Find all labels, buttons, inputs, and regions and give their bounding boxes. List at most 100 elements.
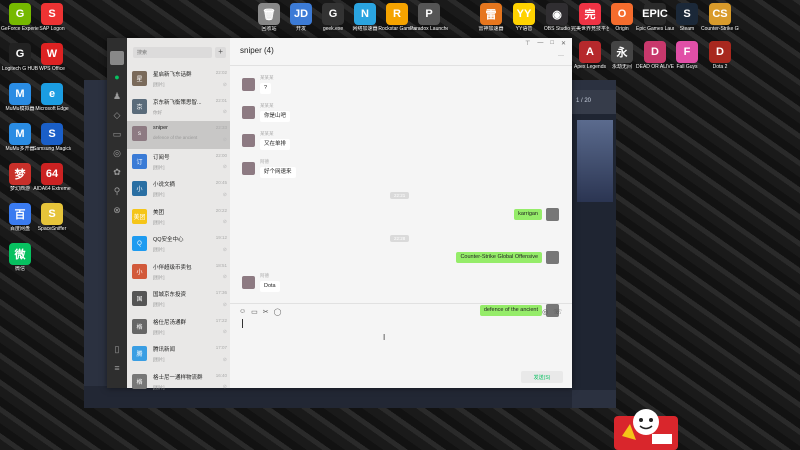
- chat-avatar: 订: [132, 153, 147, 169]
- desktop-icon-left-7-icon: S: [41, 123, 63, 145]
- chat-list-item[interactable]: Q QQ安全中心 19:12 [图片] ⊘: [127, 231, 230, 259]
- minimize-button[interactable]: —: [537, 40, 543, 47]
- mute-icon: ⊘: [222, 356, 227, 363]
- desktop-icon-right-6-icon: S: [676, 3, 698, 25]
- sender-avatar[interactable]: [242, 78, 255, 91]
- desktop-icon-right-0-icon: 雷: [480, 3, 502, 25]
- channels-icon[interactable]: ✿: [112, 167, 122, 177]
- pin-button[interactable]: ⊤: [525, 40, 530, 47]
- mute-icon: ⊘: [222, 329, 227, 335]
- chat-list: + 星星启新飞东话群 22:02 [图片] ⊘ 京京东新飞衡策思智... 22:01 你好 ⊘…: [127, 38, 230, 390]
- chat-list-item[interactable]: 腾腾讯新闻 17:07 [图片] ⊘: [127, 341, 230, 369]
- message-bubble[interactable]: karrigan: [514, 209, 542, 220]
- desktop-icon-left-5[interactable]: e Microsoft Edge: [33, 83, 71, 112]
- message-input[interactable]: [240, 319, 562, 364]
- desktop-icon-right2-4[interactable]: D Dota 2: [701, 41, 739, 70]
- chat-list-item[interactable]: 格格士尼一通样物流群... 16:40 [图片] ⊘: [127, 369, 230, 397]
- desktop-icon-label: Microsoft Edge: [35, 106, 69, 112]
- message-bubble[interactable]: defence of the ancient: [479, 305, 542, 316]
- desktop-icon-right-3-icon: 完: [579, 3, 601, 25]
- message-bubble[interactable]: 好个网速来: [260, 167, 296, 178]
- maximize-button[interactable]: □: [550, 40, 554, 47]
- desktop-icon-left-9[interactable]: 64 AIDA64 Extreme: [33, 163, 71, 192]
- voice-call-icon[interactable]: ◎: [542, 308, 548, 316]
- desktop-icon-left-11[interactable]: S SpaceSniffer: [33, 203, 71, 232]
- chat-items: 星星启新飞东话群 22:02 [图片] ⊘ 京京东新飞衡策思智... 22:01 你好 ⊘ s s…: [127, 66, 230, 396]
- input-toolbar-right: ◎ ☏: [542, 308, 562, 316]
- desktop-icon-label: 微信: [14, 266, 25, 272]
- desktop-icon-left-10-icon: 百: [9, 203, 31, 225]
- search-icon[interactable]: ⚲: [112, 186, 122, 196]
- chat-name: 格仕尼汤通群: [153, 319, 187, 326]
- desktop-icon-top-3-icon: N: [354, 3, 376, 25]
- search-input[interactable]: [133, 47, 213, 58]
- files-icon[interactable]: ▭: [112, 129, 122, 139]
- scissors-icon[interactable]: ✂: [263, 308, 269, 316]
- sender-avatar[interactable]: [242, 276, 255, 289]
- chat-time: 22:00: [215, 152, 227, 158]
- sender-avatar[interactable]: [242, 106, 255, 119]
- chat-list-item[interactable]: 国国城京东投资 17:36 [图片] ⊘: [127, 286, 230, 314]
- add-button[interactable]: +: [215, 47, 226, 58]
- chat-preview: defence of the ancient: [153, 135, 198, 140]
- chat-avatar: 星: [132, 71, 147, 86]
- desktop-icon-left-7[interactable]: SSamsung Magician: [33, 123, 71, 152]
- message-bubble[interactable]: ?: [260, 83, 272, 94]
- desktop-icon-label: AIDA64 Extreme: [33, 186, 71, 192]
- message-bubble[interactable]: Counter-Strike Global Offensive: [456, 252, 542, 263]
- chat-list-item[interactable]: 格格仕尼汤通群 17:22 [图片] ⊘: [127, 314, 230, 342]
- chat-list-item[interactable]: 美团 美团 20:22 [图片] ⊘: [127, 204, 230, 232]
- sender-avatar[interactable]: [242, 162, 255, 175]
- chat-preview: [图片]: [153, 384, 165, 390]
- message-bubble[interactable]: Dota: [260, 281, 280, 292]
- chat-icon[interactable]: ●: [112, 72, 122, 82]
- favorites-icon[interactable]: ◇: [112, 110, 122, 120]
- chat-list-item[interactable]: 小小说文摘 20:45 [图片] ⊘: [127, 176, 230, 204]
- contacts-icon[interactable]: ♟: [112, 91, 122, 101]
- chat-history-icon[interactable]: ◯: [274, 308, 282, 316]
- chat-list-item[interactable]: s sniper 22:33 defence of the ancient ⊘: [127, 121, 230, 149]
- desktop-icon-label: Samsung Magician: [33, 146, 71, 152]
- message-bubble[interactable]: 又在单排: [260, 139, 291, 150]
- desktop-icon-left-1[interactable]: S SAP Logon: [33, 3, 71, 32]
- moments-icon[interactable]: ◎: [112, 148, 122, 158]
- my-avatar[interactable]: [546, 208, 559, 221]
- chat-name: sniper: [153, 125, 168, 131]
- desktop-icon-label: Paradox Launcher v2: [410, 26, 448, 32]
- desktop-icon-label: SpaceSniffer: [37, 226, 67, 232]
- sender-avatar[interactable]: [242, 134, 255, 147]
- chat-avatar: 小: [132, 181, 147, 196]
- chat-preview: [图片]: [153, 219, 165, 225]
- chat-list-item[interactable]: 小小伴超级币卖包 18:51 [图片] ⊘: [127, 259, 230, 287]
- mute-icon: ⊘: [222, 301, 227, 308]
- folder-icon[interactable]: ▭: [251, 308, 258, 316]
- chat-preview: [图片]: [153, 247, 165, 252]
- desktop-icon-left-0-icon: G: [9, 3, 31, 25]
- my-avatar[interactable]: [546, 251, 559, 264]
- desktop-icon-top-5-icon: P: [418, 3, 440, 25]
- desktop-icon-left-12[interactable]: 微微信: [1, 243, 39, 272]
- chat-time: 22:01: [215, 97, 227, 103]
- user-avatar[interactable]: [110, 51, 124, 65]
- menu-icon[interactable]: ≡: [112, 363, 122, 373]
- chat-preview: [图片]: [153, 302, 165, 307]
- message-bubble[interactable]: 你是山吧: [260, 111, 291, 122]
- chat-name: QQ安全中心: [153, 237, 184, 243]
- character-card[interactable]: [577, 120, 613, 202]
- desktop-icon-left-3[interactable]: W WPS Office: [33, 43, 71, 72]
- chat-list-item[interactable]: 京京东新飞衡策思智... 22:01 你好 ⊘: [127, 94, 230, 122]
- phone-icon[interactable]: ▯: [112, 344, 122, 354]
- more-button[interactable]: ···: [558, 53, 564, 59]
- emoji-icon[interactable]: ☺: [239, 308, 246, 316]
- desktop-icon-top-0-icon: 🗑: [258, 3, 280, 25]
- desktop-icon-right-7[interactable]: CSCounter-Strike Global Offensive: [701, 3, 739, 32]
- miniprogram-icon[interactable]: ⊗: [112, 205, 122, 215]
- send-button[interactable]: 发送(S): [521, 371, 563, 383]
- close-button[interactable]: ✕: [561, 40, 566, 47]
- desktop-icon-label: Dota 2: [712, 64, 728, 70]
- desktop-icon-top-5[interactable]: PParadox Launcher v2: [410, 3, 448, 32]
- chat-list-item[interactable]: 订订阅号 22:00 [图片] ⊘: [127, 149, 230, 177]
- chat-list-item[interactable]: 星星启新飞东话群 22:02 [图片] ⊘: [127, 66, 230, 94]
- video-call-icon[interactable]: ☏: [553, 308, 562, 316]
- chat-name: 小说文摘: [153, 182, 176, 188]
